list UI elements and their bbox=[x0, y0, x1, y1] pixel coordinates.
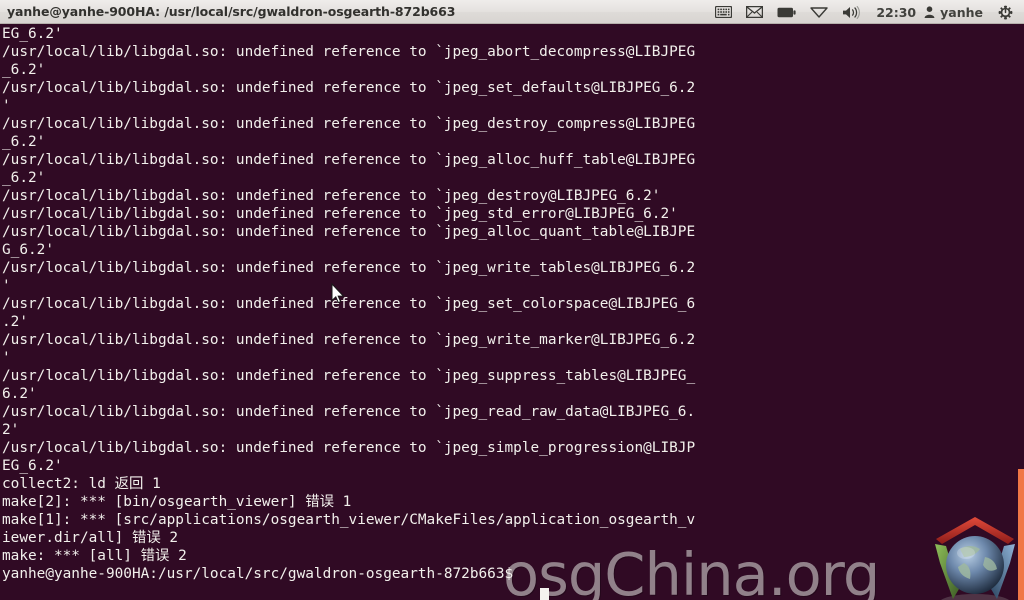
terminal-cursor bbox=[540, 588, 549, 600]
mail-indicator-icon[interactable] bbox=[739, 0, 770, 24]
system-tray: 22:30 yanhe bbox=[708, 0, 1020, 24]
osgchina-globe-logo bbox=[930, 511, 1020, 600]
mouse-pointer bbox=[331, 282, 345, 304]
network-wifi-icon[interactable] bbox=[803, 0, 835, 24]
keyboard-indicator-icon[interactable] bbox=[708, 0, 739, 24]
terminal-output: EG_6.2' /usr/local/lib/libgdal.so: undef… bbox=[2, 26, 696, 582]
terminal-window[interactable]: osgChina.org EG_6.2' /usr/local/lib/libg… bbox=[0, 24, 1024, 600]
volume-indicator-icon[interactable] bbox=[835, 0, 868, 24]
gear-power-icon[interactable] bbox=[991, 0, 1020, 24]
session-user-indicator[interactable]: yanhe bbox=[922, 0, 991, 24]
terminal-scrollbar-track[interactable] bbox=[1018, 48, 1024, 600]
username-label: yanhe bbox=[940, 4, 983, 20]
clock-indicator[interactable]: 22:30 bbox=[868, 0, 922, 24]
window-titlebar[interactable]: yanhe@yanhe-900HA: /usr/local/src/gwaldr… bbox=[0, 0, 1024, 24]
window-title: yanhe@yanhe-900HA: /usr/local/src/gwaldr… bbox=[7, 4, 456, 19]
battery-indicator-icon[interactable] bbox=[770, 0, 803, 24]
user-avatar-icon bbox=[924, 6, 935, 18]
terminal-scrollbar-thumb[interactable] bbox=[1018, 469, 1024, 600]
clock-label: 22:30 bbox=[876, 4, 917, 20]
desktop-screen: yanhe@yanhe-900HA: /usr/local/src/gwaldr… bbox=[0, 0, 1024, 600]
